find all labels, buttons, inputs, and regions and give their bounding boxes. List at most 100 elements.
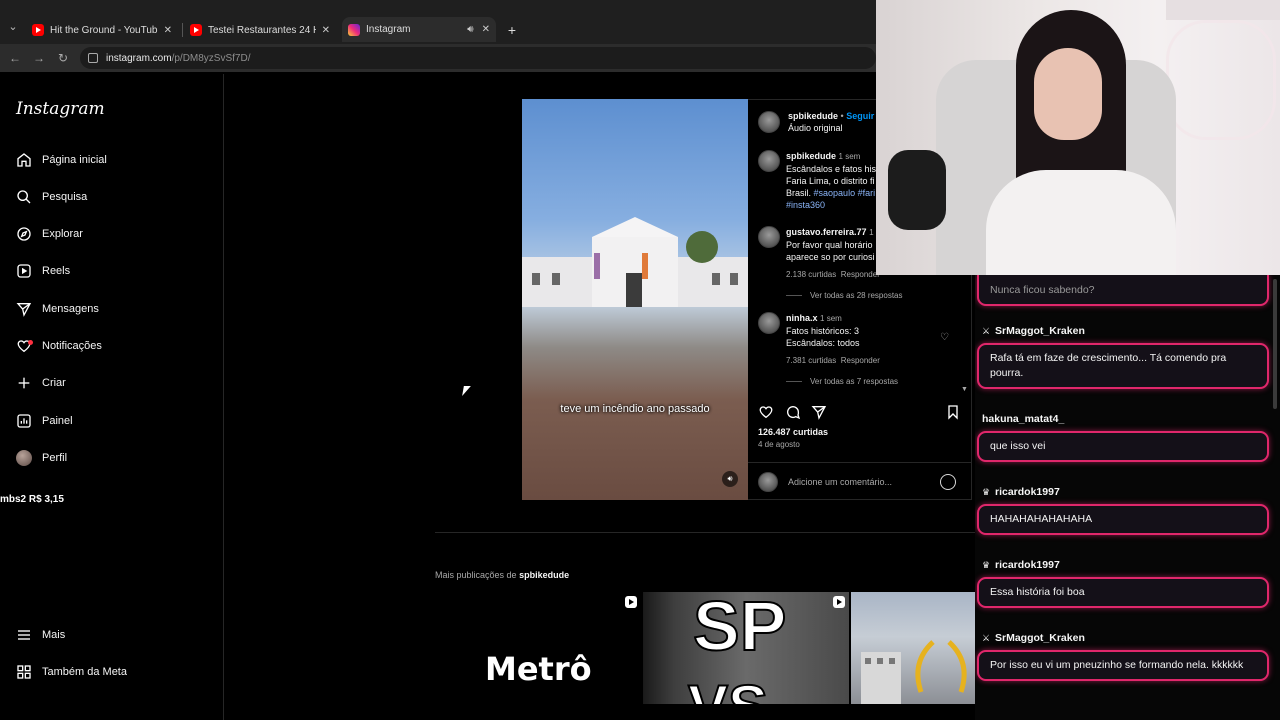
instagram-logo[interactable]: Instagram bbox=[16, 99, 105, 119]
address-bar-row: ← → ↻ instagram.com/p/DM8yzSvSf7D/ bbox=[0, 44, 876, 72]
new-tab-button[interactable]: + bbox=[503, 21, 521, 39]
video-subtitle: teve um incêndio ano passado bbox=[560, 403, 710, 415]
crown-badge-icon: ♛ bbox=[982, 560, 991, 570]
sidebar-item-reels[interactable]: Reels bbox=[16, 259, 70, 283]
like-heart-icon[interactable] bbox=[758, 404, 774, 420]
sidebar-item-notifications[interactable]: Notificações bbox=[16, 334, 102, 358]
chat-scrollbar[interactable] bbox=[1272, 275, 1278, 720]
comment-likes[interactable]: 2.138 curtidas bbox=[786, 270, 836, 279]
follow-button[interactable]: Seguir bbox=[846, 111, 874, 121]
comment-like-heart-icon[interactable]: ♡ bbox=[940, 332, 949, 343]
sidebar-item-profile[interactable]: Perfil bbox=[16, 446, 67, 470]
comment-item: gustavo.ferreira.77 1 s Por favor qual h… bbox=[758, 226, 886, 281]
comment-likes[interactable]: 7.381 curtidas bbox=[786, 356, 836, 365]
comment-user[interactable]: gustavo.ferreira.77 bbox=[786, 227, 867, 237]
sidebar-item-label: Perfil bbox=[42, 452, 68, 464]
tab-instagram[interactable]: Instagram 🔊︎ ✕ bbox=[342, 17, 496, 42]
add-comment-row: Adicione um comentário... bbox=[748, 462, 972, 500]
chat-message: Nunca ficou sabendo? bbox=[977, 275, 1269, 306]
share-icon[interactable] bbox=[811, 404, 827, 420]
chat-message-text: HAHAHAHAHAHAHA bbox=[990, 513, 1093, 525]
sidebar-item-label: Mensagens bbox=[42, 303, 99, 315]
avatar[interactable] bbox=[758, 111, 780, 133]
sidebar-item-meta[interactable]: Também da Meta bbox=[16, 660, 127, 684]
sidebar-item-search[interactable]: Pesquisa bbox=[16, 185, 87, 209]
building-illustration bbox=[522, 217, 748, 307]
more-posts-user[interactable]: spbikedude bbox=[519, 570, 569, 580]
chat-message-text: Por isso eu vi um pneuzinho se formando … bbox=[990, 659, 1244, 671]
neon-sign bbox=[1166, 20, 1276, 140]
sword-badge-icon: ⚔︎ bbox=[982, 633, 991, 643]
sidebar-item-label: Reels bbox=[42, 265, 71, 277]
sidebar-item-explore[interactable]: Explorar bbox=[16, 222, 83, 246]
post-thumbnail[interactable] bbox=[851, 592, 975, 704]
see-replies-label: Ver todas as 7 respostas bbox=[810, 377, 899, 386]
crown-badge-icon: ♛ bbox=[982, 487, 991, 497]
messenger-icon bbox=[16, 301, 32, 317]
tab-search-chevron-icon[interactable]: ⌄ bbox=[6, 20, 20, 34]
sidebar-item-more[interactable]: Mais bbox=[16, 623, 65, 647]
youtube-icon bbox=[190, 24, 202, 36]
webcam-feed bbox=[876, 0, 1280, 275]
laurel-icon bbox=[861, 640, 967, 704]
avatar-icon bbox=[16, 450, 32, 466]
tab-youtube-2[interactable]: Testei Restaurantes 24 Horas de ✕ bbox=[184, 19, 336, 41]
site-info-icon[interactable] bbox=[88, 53, 98, 63]
thumbnail-text: SP bbox=[692, 592, 787, 666]
sidebar-item-label: Também da Meta bbox=[42, 666, 127, 678]
comment-time: 1 sem bbox=[820, 314, 842, 323]
tab-youtube-1[interactable]: Hit the Ground - YouTube ✕ bbox=[26, 19, 178, 41]
close-icon[interactable]: ✕ bbox=[322, 25, 330, 36]
sidebar-item-label: Notificações bbox=[42, 340, 102, 352]
post-header: spbikedude • Seguir Áudio original bbox=[758, 110, 874, 134]
url-field[interactable]: instagram.com/p/DM8yzSvSf7D/ bbox=[80, 47, 876, 69]
scroll-down-icon[interactable]: ▼ bbox=[961, 386, 968, 393]
streamer-face bbox=[1034, 48, 1102, 140]
speaker-icon[interactable]: 🔊︎ bbox=[467, 24, 473, 35]
post-date: 4 de agosto bbox=[758, 440, 800, 449]
add-comment-input[interactable]: Adicione um comentário... bbox=[788, 477, 940, 487]
chat-message-text: Nunca ficou sabendo? bbox=[990, 284, 1095, 296]
scrollbar-thumb[interactable] bbox=[1273, 279, 1277, 409]
sword-badge-icon: ⚔︎ bbox=[982, 326, 991, 336]
emoji-icon[interactable] bbox=[940, 473, 956, 490]
streamer-body bbox=[986, 170, 1176, 275]
sound-icon[interactable]: 🔊︎ bbox=[722, 471, 738, 487]
instagram-sidebar: Instagram Página inicial Pesquisa Explor… bbox=[0, 74, 224, 720]
sidebar-item-messages[interactable]: Mensagens bbox=[16, 297, 99, 321]
post-author[interactable]: spbikedude bbox=[788, 111, 838, 121]
reload-icon[interactable]: ↻ bbox=[56, 51, 70, 65]
chat-username-text: SrMaggot_Kraken bbox=[995, 632, 1085, 644]
comment-bubble-icon[interactable] bbox=[785, 404, 801, 420]
post-thumbnail[interactable]: SP VS bbox=[643, 592, 849, 704]
back-arrow-icon[interactable]: ← bbox=[8, 51, 22, 65]
reply-button[interactable]: Responder bbox=[841, 356, 880, 365]
notification-dot bbox=[28, 340, 33, 345]
sidebar-item-home[interactable]: Página inicial bbox=[16, 148, 107, 172]
comment-user[interactable]: spbikedude bbox=[786, 151, 836, 161]
audio-label[interactable]: Áudio original bbox=[788, 123, 843, 133]
avatar[interactable] bbox=[758, 226, 780, 248]
sidebar-item-create[interactable]: Criar bbox=[16, 371, 66, 395]
chat-message: Rafa tá em faze de crescimento... Tá com… bbox=[977, 343, 1269, 389]
stream-overlay-text: mbs2 R$ 3,15 bbox=[0, 494, 64, 505]
sidebar-item-dashboard[interactable]: Painel bbox=[16, 409, 73, 433]
avatar[interactable] bbox=[758, 150, 780, 172]
post-video[interactable]: teve um incêndio ano passado 🔊︎ bbox=[522, 99, 748, 500]
close-icon[interactable]: ✕ bbox=[482, 24, 490, 35]
close-icon[interactable]: ✕ bbox=[164, 25, 172, 36]
shelf bbox=[1166, 0, 1280, 20]
comment-user[interactable]: ninha.x bbox=[786, 313, 818, 323]
bookmark-icon[interactable] bbox=[945, 404, 961, 420]
forward-arrow-icon[interactable]: → bbox=[32, 51, 46, 65]
sidebar-item-label: Pesquisa bbox=[42, 191, 88, 203]
tab-title: Testei Restaurantes 24 Horas de bbox=[208, 24, 316, 36]
likes-count[interactable]: 126.487 curtidas bbox=[758, 427, 828, 437]
post-thumbnail[interactable]: Metrô bbox=[435, 592, 641, 704]
see-replies-button[interactable]: Ver todas as 28 respostas bbox=[786, 291, 903, 300]
avatar[interactable] bbox=[758, 312, 780, 334]
caption: spbikedude 1 sem Escândalos e fatos his … bbox=[758, 150, 886, 211]
see-replies-button[interactable]: Ver todas as 7 respostas bbox=[786, 377, 898, 386]
thumbnail-text: Metrô bbox=[485, 650, 592, 688]
reply-button[interactable]: Responder bbox=[841, 270, 880, 279]
